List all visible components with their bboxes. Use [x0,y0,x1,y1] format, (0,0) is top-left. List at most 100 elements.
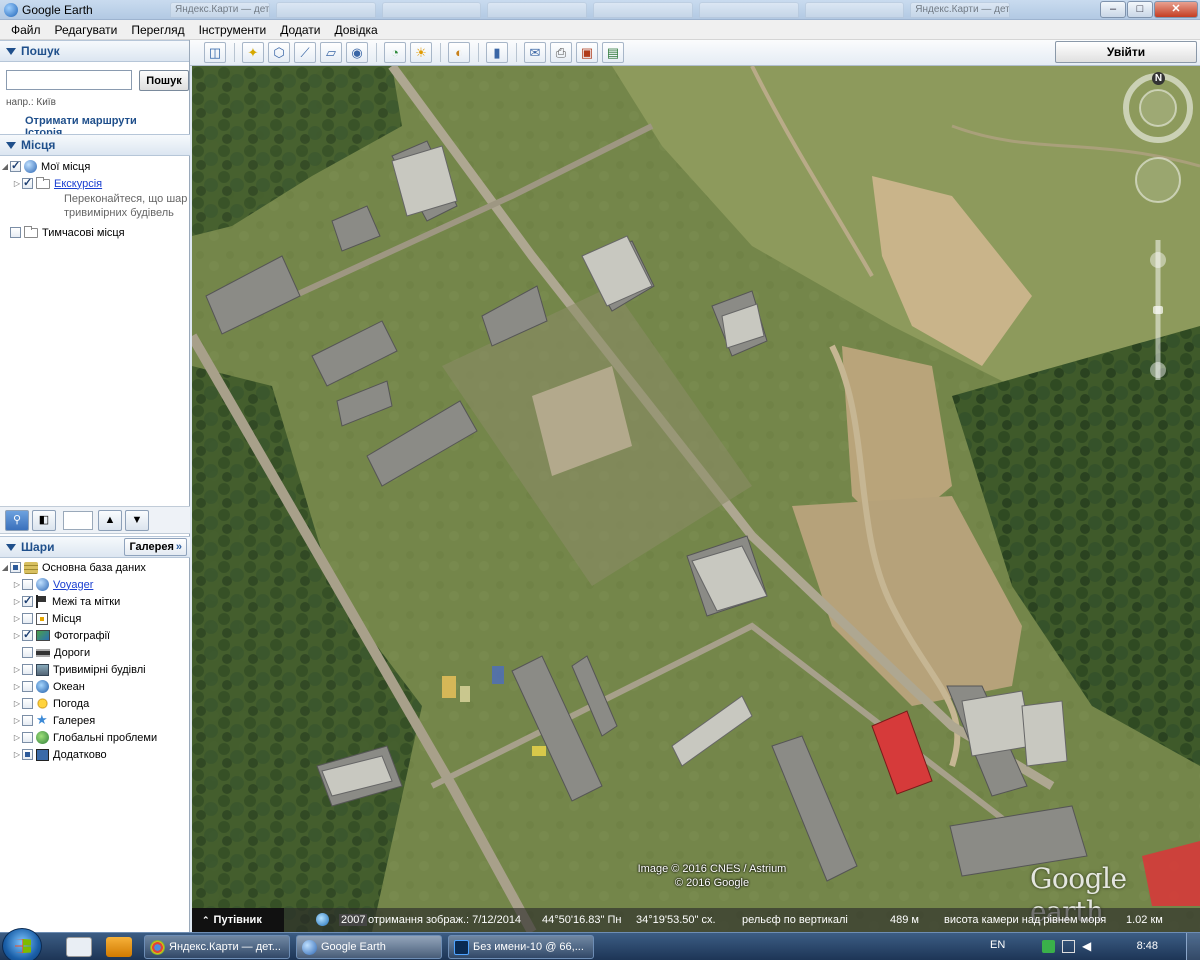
search-button[interactable]: Пошук [139,70,189,91]
checkbox[interactable] [22,579,33,590]
expand-icon[interactable]: ▷ [12,179,22,188]
checkbox[interactable] [22,664,33,675]
minimize-button[interactable]: – [1100,1,1126,18]
look-joystick-icon[interactable] [1130,80,1186,136]
layer-row[interactable]: ▷ Тривимірні будівлі [0,661,190,678]
maximize-button[interactable]: □ [1127,1,1153,18]
expand-icon[interactable]: ▷ [12,597,22,606]
gallery-button[interactable]: Галерея» [124,538,187,556]
tree-item-tour[interactable]: ▷ Екскурсія [0,175,190,192]
close-button[interactable]: ✕ [1154,1,1198,18]
tour-guide-button[interactable]: ⌃ Путівник [192,908,284,932]
menu-view[interactable]: Перегляд [124,23,191,37]
checkbox[interactable] [22,698,33,709]
add-path-icon[interactable]: ⟋ [294,42,316,63]
search-panel-header[interactable]: Пошук [0,40,189,62]
search-input[interactable] [6,70,132,90]
taskbar-item-google-earth[interactable]: Google Earth [296,935,442,959]
print-icon[interactable]: ⎙ [550,42,572,63]
clock[interactable]: 8:48 [1137,940,1158,952]
layer-row[interactable]: ▷ Глобальні проблеми [0,729,190,746]
sunlight-icon[interactable]: ☀ [410,42,432,63]
expand-icon[interactable]: ▷ [12,733,22,742]
layer-row[interactable]: ▷ Фотографії [0,627,190,644]
move-item-field[interactable] [63,511,93,530]
expand-icon[interactable]: ▷ [12,716,22,725]
checkbox[interactable] [10,227,21,238]
menu-help[interactable]: Довідка [328,23,385,37]
action-center-icon[interactable] [1062,940,1075,953]
show-desktop-button[interactable] [1186,933,1200,960]
checkbox[interactable] [22,176,33,189]
add-placemark-icon[interactable]: ✦ [242,42,264,63]
expand-icon[interactable]: ▷ [12,699,22,708]
checkbox[interactable] [22,647,33,658]
layers-panel-header[interactable]: Шари Галерея» [0,536,190,558]
collapse-icon[interactable]: ◢ [0,563,10,572]
sign-in-button[interactable]: Увійти [1055,41,1197,63]
historical-imagery-icon[interactable]: ◔ [384,42,406,63]
checkbox[interactable] [22,594,33,607]
layer-row[interactable]: ▷ Погода [0,695,190,712]
panel-view-toggle-icon[interactable]: ◧ [32,510,56,531]
expand-icon[interactable]: ▷ [12,631,22,640]
layer-row[interactable]: ▷ ★ Галерея [0,712,190,729]
view-in-maps-icon[interactable]: ▤ [602,42,624,63]
tree-item-my-places[interactable]: ◢ Мої місця [0,158,190,175]
network-status-icon[interactable] [1042,940,1055,953]
add-image-overlay-icon[interactable]: ▱ [320,42,342,63]
layer-row[interactable]: ▷ Межі та мітки [0,593,190,610]
zoom-slider[interactable] [1148,250,1168,380]
expand-icon[interactable]: ▷ [12,682,22,691]
checkbox[interactable] [10,159,21,172]
layer-row[interactable]: ▷ Місця [0,610,190,627]
layer-row[interactable]: ▷ Voyager [0,576,190,593]
menu-file[interactable]: Файл [4,23,48,37]
checkbox[interactable] [22,749,33,760]
layer-row[interactable]: Дороги [0,644,190,661]
taskbar-item-photoshop[interactable]: Без имени-10 @ 66,... [448,935,594,959]
menu-edit[interactable]: Редагувати [48,23,125,37]
menu-tools[interactable]: Інструменти [192,23,274,37]
sidebar-toggle-icon[interactable]: ◫ [204,42,226,63]
voyager-link[interactable]: Voyager [53,579,93,591]
expand-icon[interactable]: ▷ [12,750,22,759]
map-view[interactable]: N Image © 2016 CNES / Astrium © 2016 Goo… [192,66,1200,932]
checkbox[interactable] [22,732,33,743]
layer-row[interactable]: ▷ Океан [0,678,190,695]
get-directions-link[interactable]: Отримати маршрути [25,115,137,127]
start-button[interactable] [2,928,42,960]
tree-item-temporary-places[interactable]: Тимчасові місця [0,224,190,241]
add-polygon-icon[interactable]: ⬡ [268,42,290,63]
checkbox[interactable] [10,562,21,573]
language-indicator[interactable]: EN [990,939,1005,951]
expand-icon[interactable]: ▷ [12,614,22,623]
checkbox[interactable] [22,715,33,726]
expand-icon[interactable]: ▷ [12,580,22,589]
folder-icon [36,176,50,189]
expand-icon[interactable]: ▷ [12,665,22,674]
save-image-icon[interactable]: ▣ [576,42,598,63]
move-joystick-icon[interactable] [1136,158,1180,202]
move-up-icon[interactable]: ▲ [98,510,122,531]
menu-add[interactable]: Додати [273,23,327,37]
switch-planet-icon[interactable]: ◐ [448,42,470,63]
email-icon[interactable]: ✉ [524,42,546,63]
move-down-icon[interactable]: ▼ [125,510,149,531]
checkbox[interactable] [22,681,33,692]
record-tour-icon[interactable]: ◉ [346,42,368,63]
file-explorer-icon[interactable] [66,937,92,957]
layer-row[interactable]: ◢ Основна база даних [0,559,190,576]
layer-row[interactable]: ▷ Додатково [0,746,190,763]
places-panel-header[interactable]: Місця [0,134,190,156]
media-player-icon[interactable] [106,937,132,957]
checkbox[interactable] [22,628,33,641]
collapse-icon[interactable]: ◢ [0,162,10,171]
checkbox[interactable] [22,613,33,624]
search-panel-toggle-icon[interactable]: ⚲ [5,510,29,531]
ruler-icon[interactable]: ▮ [486,42,508,63]
tour-link[interactable]: Екскурсія [54,178,102,190]
copyright-line: © 2016 Google [674,877,750,889]
volume-icon[interactable]: ◀ [1082,940,1095,953]
taskbar-item-browser[interactable]: Яндекс.Карти — дет... [144,935,290,959]
